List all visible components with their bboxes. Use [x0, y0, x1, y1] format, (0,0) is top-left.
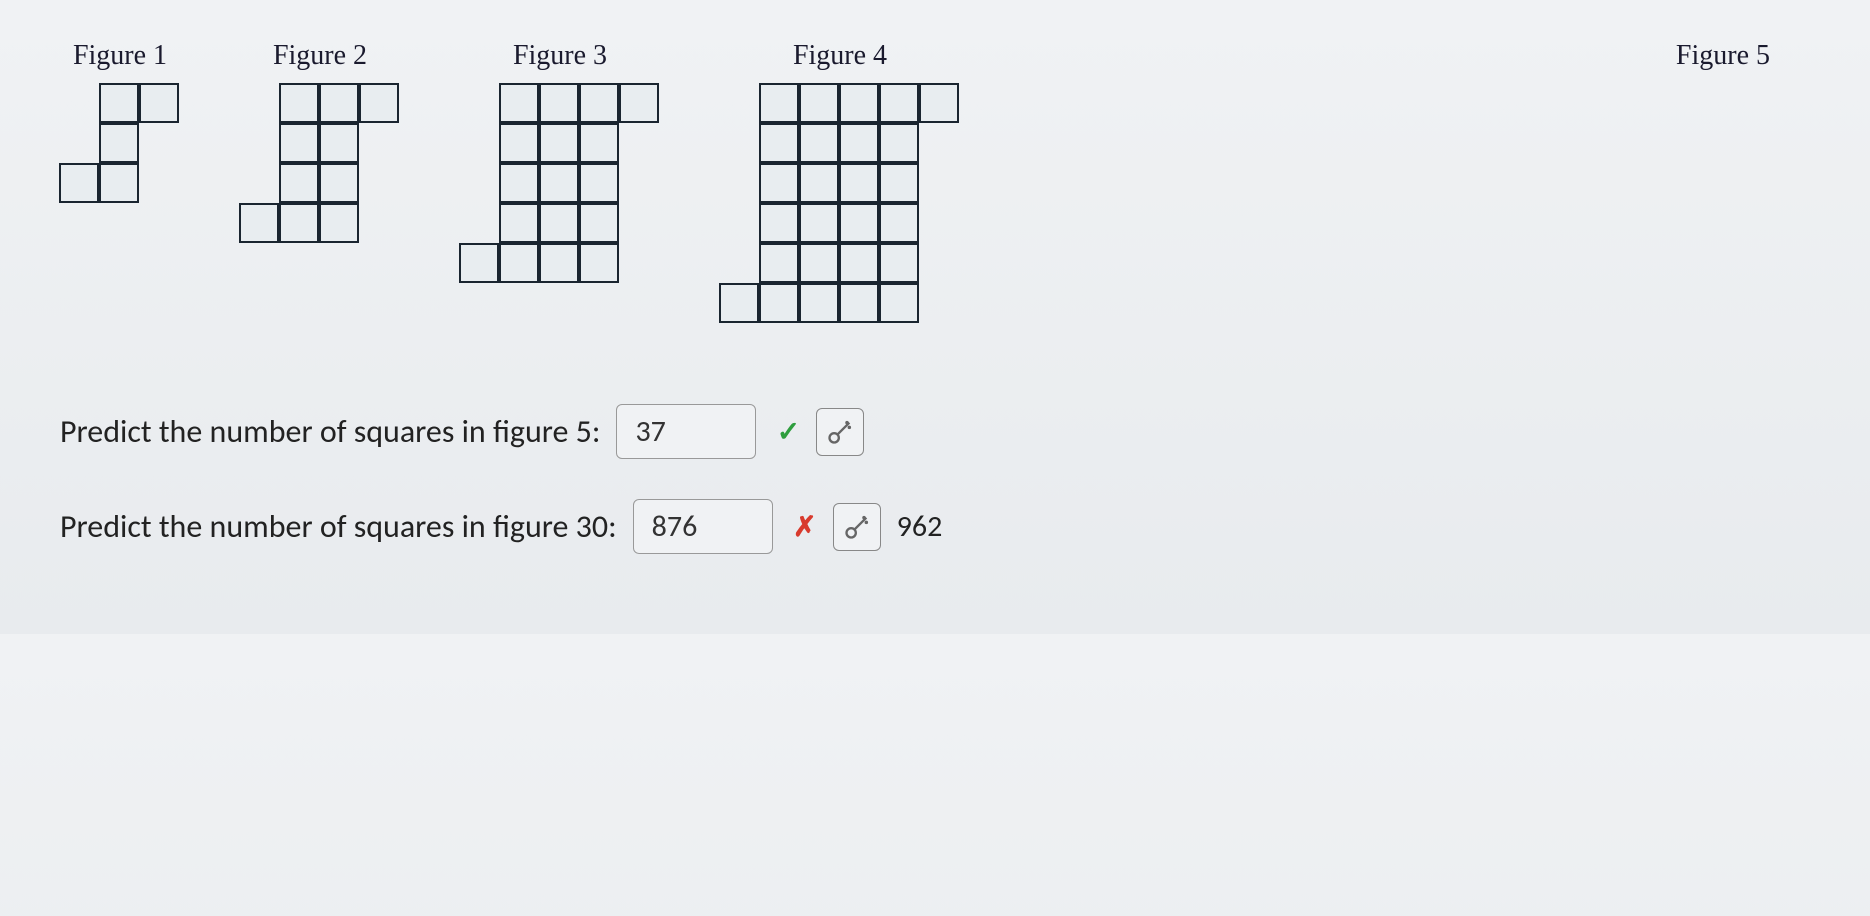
figures-row: Figure 1 Figure 2 Figure 3 Figure 4: [60, 40, 1810, 324]
figure-2-label: Figure 2: [273, 40, 367, 72]
figure-4-grid: [720, 84, 960, 324]
figure-2-grid: [240, 84, 400, 244]
formula-button-2[interactable]: [833, 503, 881, 551]
figure-3-grid: [460, 84, 660, 284]
figure-4: Figure 4: [720, 40, 960, 324]
sigma-icon: [843, 513, 871, 541]
question-1-answer-input[interactable]: 37: [616, 404, 756, 459]
figure-3-label: Figure 3: [513, 40, 607, 72]
figure-1-label: Figure 1: [73, 40, 167, 72]
figure-5: Figure 5: [1676, 40, 1770, 84]
question-2-prompt: Predict the number of squares in figure …: [60, 507, 617, 546]
figure-5-label: Figure 5: [1676, 40, 1770, 72]
figure-3: Figure 3: [460, 40, 660, 284]
cross-icon: ✗: [787, 509, 823, 545]
sigma-icon: [826, 418, 854, 446]
formula-button-1[interactable]: [816, 408, 864, 456]
figure-1: Figure 1: [60, 40, 180, 204]
question-2-correct-value: 962: [897, 508, 943, 545]
check-icon: ✓: [770, 414, 806, 450]
question-2-answer-input[interactable]: 876: [633, 499, 773, 554]
question-2-row: Predict the number of squares in figure …: [60, 499, 1810, 554]
question-1-prompt: Predict the number of squares in figure …: [60, 412, 600, 451]
question-1-row: Predict the number of squares in figure …: [60, 404, 1810, 459]
figure-1-grid: [60, 84, 180, 204]
figure-4-label: Figure 4: [793, 40, 887, 72]
figure-2: Figure 2: [240, 40, 400, 244]
